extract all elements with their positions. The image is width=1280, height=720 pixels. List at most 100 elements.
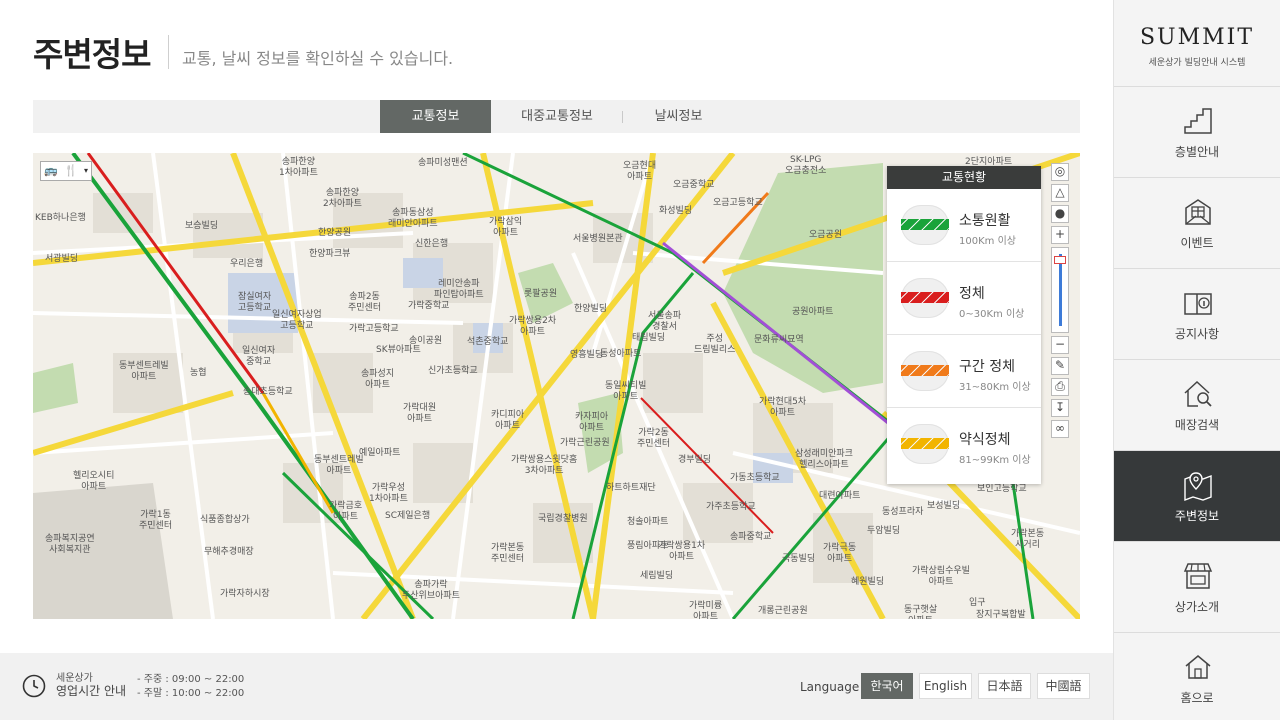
sidebar-item-events[interactable]: 이벤트 (1114, 178, 1280, 269)
map-label: 가주초등학교 (706, 502, 756, 512)
map-label: 가동초등학교 (730, 473, 780, 483)
legend-title: 교통현황 (887, 166, 1041, 189)
traffic-swatch-icon (901, 278, 949, 318)
tab-traffic[interactable]: 교통정보 (380, 100, 491, 133)
tab-weather[interactable]: 날씨정보 (631, 100, 726, 133)
map-label: 오금공원 (809, 230, 843, 240)
language-label: Language (800, 680, 860, 694)
lang-chinese-button[interactable]: 中國語 (1037, 673, 1090, 699)
storefront-icon (1183, 563, 1213, 589)
sidebar-item-store-search[interactable]: 매장검색 (1114, 360, 1280, 451)
tab-public-transit[interactable]: 대중교통정보 (500, 100, 614, 133)
map-label: 동부센트레빌 아파트 (314, 455, 364, 476)
bus-icon[interactable]: 🚌 (41, 162, 61, 180)
map-label: 서광빌딩 (45, 254, 79, 264)
map-layer-icon[interactable]: △ (1051, 184, 1069, 202)
sidebar-item-notices[interactable]: 공지사항 (1114, 269, 1280, 360)
footer: 세운상가 영업시간 안내 - 주중 : 09:00 ~ 22:00 - 주말 :… (0, 653, 1113, 720)
stairs-icon (1184, 108, 1212, 134)
legend-item-congested: 정체 0~30Km 이상 (887, 262, 1041, 335)
map-label: 삼성래미안파크 헬리스아파트 (795, 449, 853, 470)
map-label: 송파복지공연 사회복지관 (45, 534, 95, 555)
map-label: 농협 (190, 368, 207, 378)
lang-japanese-button[interactable]: 日本語 (978, 673, 1031, 699)
map-label: 카자피아 아파트 (575, 412, 609, 433)
lang-korean-button[interactable]: 한국어 (861, 673, 913, 699)
business-hours-title: 세운상가 영업시간 안내 (56, 672, 126, 698)
map-label: SC제일은행 (385, 511, 431, 521)
map-label: 서울병원본관 (573, 234, 623, 244)
map-label: 송파미성맨션 (418, 158, 468, 168)
map-label: 가락극동 아파트 (823, 543, 857, 564)
map-label: 국립경찰병원 (538, 514, 588, 524)
chevron-down-icon[interactable]: ▾ (81, 162, 91, 180)
map-label: 송대초등학교 (243, 387, 293, 397)
legend-color-bar (901, 292, 949, 303)
legend-name: 약식정체 (959, 432, 1011, 448)
sidebar: SUMMIT 세운상가 빌딩안내 시스템 층별안내 이벤트 공지사항 매장검색 … (1113, 0, 1280, 720)
map-pin-icon (1184, 472, 1212, 501)
sidebar-item-home[interactable]: 홈으로 (1114, 633, 1280, 720)
map-label: 주성 드림빌리스 (694, 334, 736, 355)
map-label: 한양빌딩 (574, 304, 608, 314)
legend-item-slow: 약식정체 81~99Km 이상 (887, 408, 1041, 481)
map-label: SK뷰아파트 (376, 345, 421, 355)
traffic-legend: 교통현황 소통원활 100Km 이상 정체 0~30Km 이상 구간 정체 31… (887, 166, 1041, 484)
weekday-hours: - 주중 : 09:00 ~ 22:00 (137, 674, 245, 685)
zoom-handle[interactable] (1054, 256, 1066, 264)
map-label: 가락1동 주민센터 (139, 510, 173, 531)
locate-icon[interactable]: ◎ (1051, 163, 1069, 181)
map-zoom-controls: ◎ △ ● + − ✎ ⎙ ↧ ∞ (1051, 163, 1069, 441)
info-tabs: 교통정보 대중교통정보 날씨정보 (33, 100, 1080, 133)
legend-color-bar (901, 438, 949, 449)
zoom-in-button[interactable]: + (1051, 226, 1069, 244)
map-label: 경부빌딩 (678, 455, 712, 465)
map-label: 송파2동 주민센터 (348, 292, 382, 313)
map-label: 동부센트레빌 아파트 (119, 361, 169, 382)
map-label: 서울송파 경찰서 (648, 311, 682, 332)
map-label: 대련아파트 (819, 491, 861, 501)
map-label: 무해추경매장 (204, 547, 254, 557)
map-category-controls: 🚌 🍴 ▾ (40, 161, 92, 181)
zoom-slider[interactable] (1051, 247, 1069, 333)
map-label: 두암빌딩 (867, 526, 901, 536)
map-label: 동구햇살아파트 (904, 605, 938, 619)
print-icon[interactable]: ⎙ (1051, 378, 1069, 396)
map-label: 가락중학교 (408, 301, 450, 311)
sidebar-item-label: 홈으로 (1180, 691, 1214, 705)
map-label: 송파한양 2차아파트 (323, 188, 362, 209)
map-label: 문화류씨묘역 (754, 335, 804, 345)
map-label: 식품종합상가 (200, 515, 250, 525)
link-icon[interactable]: ∞ (1051, 420, 1069, 438)
legend-range: 100Km 이상 (959, 236, 1016, 247)
page-title: 주변정보 (33, 35, 151, 74)
hours-title-big: 영업시간 안내 (56, 684, 127, 698)
ruler-icon[interactable]: ✎ (1051, 357, 1069, 375)
map-label: 한양공원 (318, 228, 352, 238)
map-label: 우리은행 (230, 259, 264, 269)
zoom-track (1059, 254, 1062, 326)
map-label: 가락우성 1차아파트 (369, 483, 408, 504)
zoom-out-button[interactable]: − (1051, 336, 1069, 354)
street-view-icon[interactable]: ● (1051, 205, 1069, 223)
lang-english-button[interactable]: English (919, 673, 972, 699)
map-label: 송파동삼성 래미안아파트 (388, 208, 438, 229)
map-label: 청솔아파트 (627, 517, 669, 527)
title-divider (168, 35, 169, 69)
sidebar-item-label: 상가소개 (1174, 600, 1220, 614)
map-label: 극동빌딩 (782, 554, 816, 564)
map-label: 보인고등학교 (977, 484, 1027, 494)
home-icon (1185, 655, 1211, 679)
map-label: 가락상림수우빌 아파트 (912, 566, 970, 587)
map-label: 송파한양 1차아파트 (279, 157, 318, 178)
download-icon[interactable]: ↧ (1051, 399, 1069, 417)
sidebar-item-mall-intro[interactable]: 상가소개 (1114, 542, 1280, 633)
map-label: 태림빌딩 (632, 333, 666, 343)
map-label: 보승빌딩 (185, 221, 219, 231)
sidebar-item-floors[interactable]: 층별안내 (1114, 87, 1280, 178)
map-label: 오금고등학교 (713, 198, 763, 208)
restaurant-icon[interactable]: 🍴 (61, 162, 81, 180)
traffic-map[interactable]: 🚌 🍴 ▾ 송파한양 1차아파트 송파미성맨션 오금현대 아파트 SK-LPG 오금충… (33, 153, 1080, 619)
sidebar-item-nearby-info[interactable]: 주변정보 (1114, 451, 1280, 542)
map-label: 동성아파트 (600, 349, 642, 359)
